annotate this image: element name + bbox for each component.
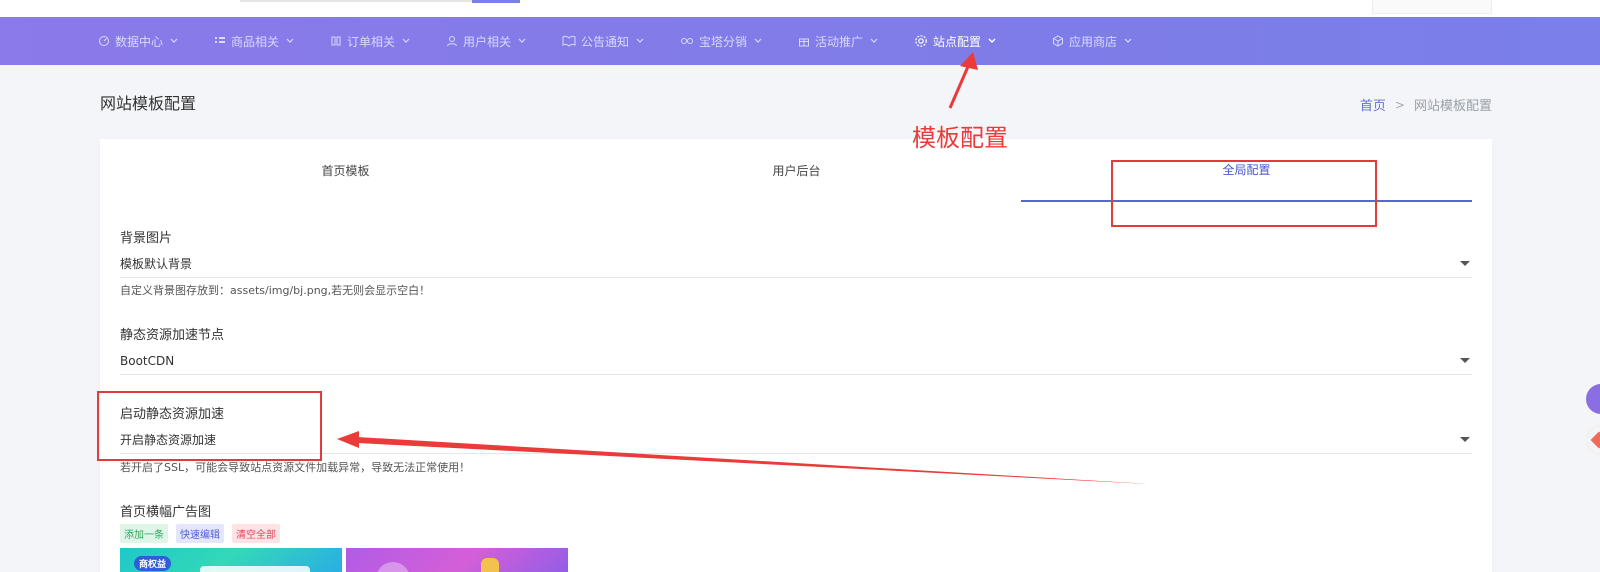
annotation-arrows [337,52,1150,484]
cube-icon [1590,431,1600,449]
annotation-arrow-up [948,52,978,109]
annotation-arrow-left [337,431,1150,484]
page: 数据中心 商品相关 订单相关 用户相关 公告通知 宝塔分销 活动推广 站点配置 … [0,0,1600,572]
